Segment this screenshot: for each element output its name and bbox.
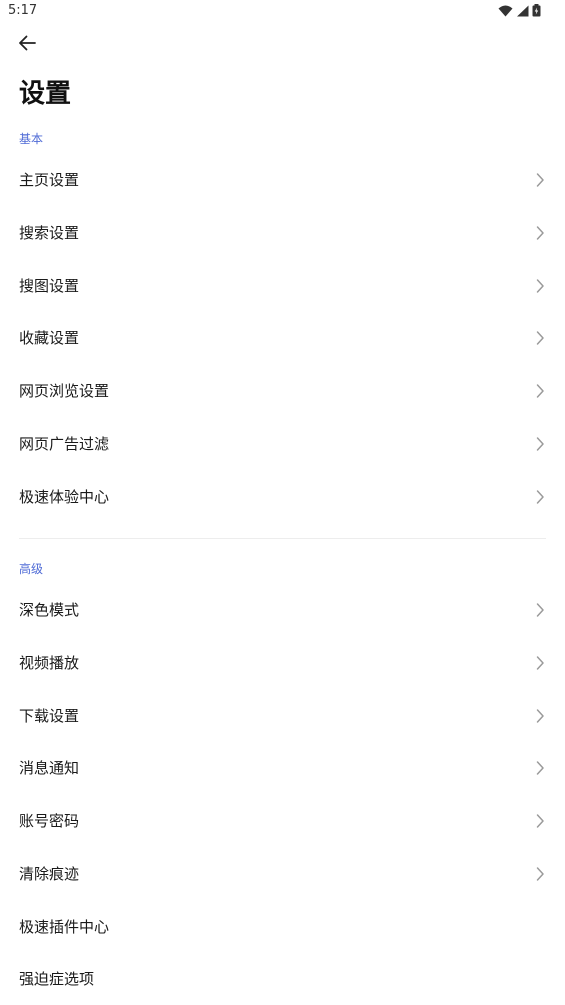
section-header-advanced: 高级 <box>19 562 44 576</box>
chevron-right-icon <box>536 814 544 828</box>
status-bar: 5:17 <box>0 0 565 22</box>
chevron-right-icon <box>536 226 544 240</box>
settings-item-label: 收藏设置 <box>19 329 80 347</box>
settings-item-favorites[interactable]: 收藏设置 <box>0 312 565 364</box>
settings-item-label: 网页浏览设置 <box>19 382 110 400</box>
settings-item-download[interactable]: 下载设置 <box>0 690 565 742</box>
settings-item-label: 极速体验中心 <box>19 488 110 506</box>
chevron-right-icon <box>536 279 544 293</box>
settings-item-dark-mode[interactable]: 深色模式 <box>0 584 565 636</box>
chevron-right-icon <box>536 761 544 775</box>
settings-item-label: 深色模式 <box>19 601 80 619</box>
settings-item-label: 强迫症选项 <box>19 970 95 988</box>
settings-item-label: 消息通知 <box>19 759 80 777</box>
settings-item-label: 网页广告过滤 <box>19 435 110 453</box>
chevron-right-icon <box>536 437 544 451</box>
arrow-left-icon <box>19 35 36 51</box>
chevron-right-icon <box>536 709 544 723</box>
settings-item-ad-filter[interactable]: 网页广告过滤 <box>0 418 565 470</box>
chevron-right-icon <box>536 656 544 670</box>
chevron-right-icon <box>536 490 544 504</box>
settings-item-image-search[interactable]: 搜图设置 <box>0 260 565 312</box>
cell-signal-icon <box>517 5 529 16</box>
settings-item-label: 搜图设置 <box>19 277 80 295</box>
settings-item-label: 主页设置 <box>19 171 80 189</box>
settings-item-browsing[interactable]: 网页浏览设置 <box>0 365 565 417</box>
settings-item-label: 下载设置 <box>19 707 80 725</box>
settings-item-notifications[interactable]: 消息通知 <box>0 742 565 794</box>
section-header-basic: 基本 <box>19 132 44 146</box>
settings-item-homepage[interactable]: 主页设置 <box>0 154 565 206</box>
settings-item-label: 清除痕迹 <box>19 865 80 883</box>
settings-item-video[interactable]: 视频播放 <box>0 637 565 689</box>
page-title: 设置 <box>19 79 72 109</box>
chevron-right-icon <box>536 603 544 617</box>
settings-item-label: 极速插件中心 <box>19 918 110 936</box>
settings-item-account[interactable]: 账号密码 <box>0 795 565 847</box>
status-time: 5:17 <box>8 3 38 18</box>
status-icons <box>498 4 541 17</box>
chevron-right-icon <box>536 331 544 345</box>
settings-item-search[interactable]: 搜索设置 <box>0 207 565 259</box>
chevron-right-icon <box>536 173 544 187</box>
settings-item-speed-center[interactable]: 极速体验中心 <box>0 471 565 523</box>
chevron-right-icon <box>536 384 544 398</box>
settings-item-clear-history[interactable]: 清除痕迹 <box>0 848 565 900</box>
section-divider <box>19 538 546 539</box>
settings-item-label: 搜索设置 <box>19 224 80 242</box>
settings-item-plugins[interactable]: 极速插件中心 <box>0 901 565 953</box>
chevron-right-icon <box>536 867 544 881</box>
settings-item-ocd-options[interactable]: 强迫症选项 <box>0 953 565 1005</box>
settings-item-label: 账号密码 <box>19 812 80 830</box>
back-button[interactable] <box>10 28 44 58</box>
battery-icon <box>532 4 541 17</box>
settings-item-label: 视频播放 <box>19 654 80 672</box>
wifi-icon <box>498 5 513 16</box>
